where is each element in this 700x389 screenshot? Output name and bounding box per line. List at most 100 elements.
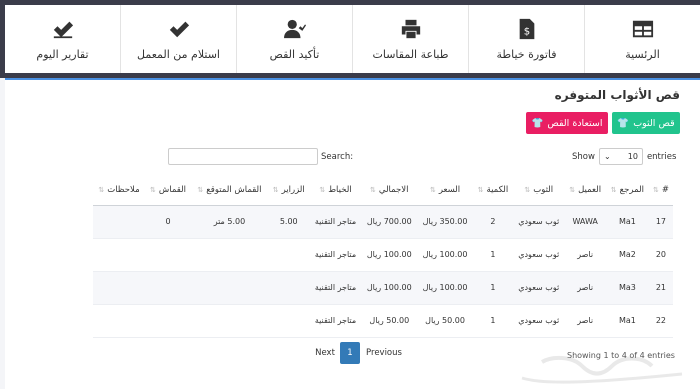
next-page-button[interactable]: Next <box>310 342 340 364</box>
nav-label: طباعة المقاسات <box>372 47 449 61</box>
nav-item-confirm-cut[interactable]: تأكيد القص <box>236 5 352 73</box>
nav-item-daily-reports[interactable]: تقارير اليوم <box>5 5 120 73</box>
grid-icon <box>632 20 653 37</box>
search-label: Search: <box>321 151 354 162</box>
previous-page-button[interactable]: Previous <box>360 342 408 364</box>
table-cell: متاجر التقنية <box>309 304 362 338</box>
sort-icon: ⇅ <box>319 186 326 195</box>
table-cell: Ma3 <box>605 271 649 305</box>
page-1-button[interactable]: 1 <box>340 342 360 364</box>
nav-label: الرئسية <box>625 47 660 61</box>
column-header[interactable]: العميل⇅ <box>564 176 606 206</box>
nav-item-home[interactable]: الرئسية <box>584 5 700 73</box>
chevron-down-icon: ⌄ <box>603 152 611 161</box>
table-cell: ثوب سعودي <box>512 271 565 305</box>
column-header[interactable]: المرجع⇅ <box>605 176 649 206</box>
table-cell: ثوب سعودي <box>512 304 565 338</box>
page-title: قص الأثواب المتوفره <box>554 88 680 102</box>
table-cell: 5.00 <box>267 205 310 239</box>
table-cell: 2 <box>472 205 513 239</box>
table-cell <box>191 238 268 272</box>
sort-icon: ⇅ <box>652 186 659 195</box>
nav-label: فاتورة خياطة <box>496 47 557 61</box>
table-cell: متاجر التقنية <box>309 205 362 239</box>
nav-item-tailoring-invoice[interactable]: $ فاتورة خياطة <box>468 5 584 73</box>
table-cell: ناصر <box>564 271 606 305</box>
column-header[interactable]: الكمية⇅ <box>472 176 513 206</box>
sort-icon: ⇅ <box>98 186 105 195</box>
sort-icon: ⇅ <box>477 186 484 195</box>
table-cell <box>267 271 310 305</box>
printer-icon <box>401 19 420 38</box>
column-header[interactable]: القماش⇅ <box>144 176 192 206</box>
column-header[interactable]: الخياط⇅ <box>309 176 362 206</box>
main-nav: تقارير اليوم استلام من المعمل تأكيد القص… <box>5 5 700 73</box>
table-cell <box>267 238 310 272</box>
restore-cut-button[interactable]: 👕 استعادة القص <box>526 112 608 134</box>
page-length-select[interactable]: ⌄ 10 <box>598 148 643 165</box>
table-cell: 1 <box>472 271 513 305</box>
thobes-table: #⇅ المرجع⇅ العميل⇅ الثوب⇅ الكمية⇅ السعر⇅… <box>93 176 673 338</box>
column-header[interactable]: الثوب⇅ <box>512 176 565 206</box>
table-cell: 100.00 ريال <box>417 271 473 305</box>
column-header[interactable]: القماش المتوقع⇅ <box>191 176 268 206</box>
table-row[interactable]: 20 Ma2 ناصر ثوب سعودي 1 100.00 ريال 100.… <box>93 238 673 272</box>
invoice-icon: $ <box>519 18 534 39</box>
search-control: Search: <box>168 148 353 165</box>
table-cell <box>191 271 268 305</box>
table-row[interactable]: 22 Ma1 ناصر ثوب سعودي 1 50.00 ريال 50.00… <box>93 304 673 338</box>
column-header[interactable]: السعر⇅ <box>417 176 473 206</box>
table-cell: 22 <box>648 304 673 338</box>
table-cell: Ma1 <box>605 205 649 239</box>
table-cell: 1 <box>472 304 513 338</box>
sort-icon: ⇅ <box>272 186 279 195</box>
nav-label: تقارير اليوم <box>36 47 89 61</box>
nav-label: تأكيد القص <box>269 47 320 61</box>
top-bar: تقارير اليوم استلام من المعمل تأكيد القص… <box>0 0 700 78</box>
table-cell: 20 <box>648 238 673 272</box>
column-header[interactable]: الاجمالي⇅ <box>361 176 418 206</box>
table-cell: 1 <box>472 238 513 272</box>
table-cell <box>267 304 310 338</box>
page-length-value: 10 <box>627 152 638 161</box>
pagination: Next 1 Previous <box>310 342 408 364</box>
watermark-logo <box>521 355 683 384</box>
table-cell: 50.00 ريال <box>361 304 418 338</box>
table-cell: ثوب سعودي <box>512 238 565 272</box>
table-header-row: #⇅ المرجع⇅ العميل⇅ الثوب⇅ الكمية⇅ السعر⇅… <box>93 176 673 206</box>
table-cell <box>191 304 268 338</box>
nav-label: استلام من المعمل <box>137 47 220 61</box>
table-cell: 100.00 ريال <box>417 238 473 272</box>
sort-icon: ⇅ <box>197 186 204 195</box>
table-row[interactable]: 17 Ma1 WAWA ثوب سعودي 2 350.00 ريال 700.… <box>93 205 673 239</box>
user-check-icon <box>283 19 306 38</box>
column-header[interactable]: #⇅ <box>648 176 673 206</box>
show-label: Show <box>572 151 595 162</box>
table-cell: Ma2 <box>605 238 649 272</box>
entries-label: entries <box>646 151 677 162</box>
table-cell: متاجر التقنية <box>309 238 362 272</box>
cut-thobe-button[interactable]: 👕 قص الثوب <box>612 112 680 134</box>
table-cell: 700.00 ريال <box>361 205 418 239</box>
table-cell: 100.00 ريال <box>361 238 418 272</box>
table-cell: Ma1 <box>605 304 649 338</box>
table-cell <box>93 205 145 239</box>
svg-text:$: $ <box>523 26 529 37</box>
table-cell <box>144 271 192 305</box>
sort-icon: ⇅ <box>524 186 531 195</box>
table-cell <box>93 238 145 272</box>
search-input[interactable] <box>168 148 318 165</box>
column-header[interactable]: الزراير⇅ <box>267 176 310 206</box>
table-cell: 5.00 متر <box>191 205 268 239</box>
table-cell: 21 <box>648 271 673 305</box>
table-row[interactable]: 21 Ma3 ناصر ثوب سعودي 1 100.00 ريال 100.… <box>93 271 673 305</box>
table-cell: 0 <box>144 205 192 239</box>
table-cell: 50.00 ريال <box>417 304 473 338</box>
sort-icon: ⇅ <box>569 186 576 195</box>
column-header[interactable]: ملاحظات⇅ <box>93 176 145 206</box>
shirt-icon: 👕 <box>531 117 544 129</box>
nav-item-print-measurements[interactable]: طباعة المقاسات <box>352 5 468 73</box>
nav-item-receive-from-workshop[interactable]: استلام من المعمل <box>120 5 236 73</box>
table-cell: 100.00 ريال <box>361 271 418 305</box>
sort-icon: ⇅ <box>610 186 617 195</box>
